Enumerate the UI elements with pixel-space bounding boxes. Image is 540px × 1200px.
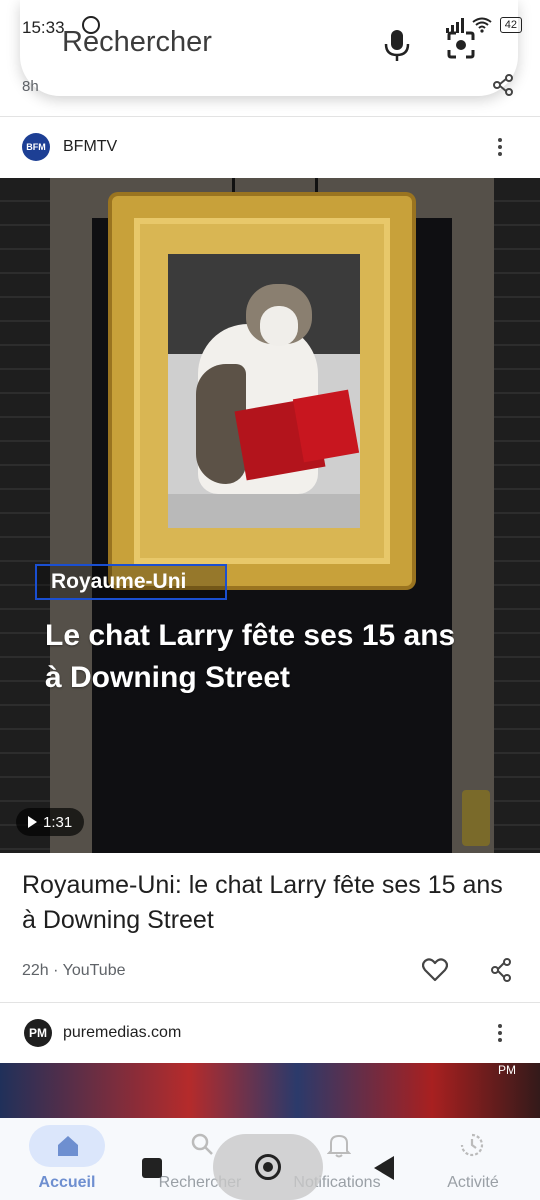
nav-label: Activité bbox=[447, 1174, 499, 1191]
bell-icon bbox=[327, 1134, 351, 1158]
source-name[interactable]: puremedias.com bbox=[63, 1024, 181, 1042]
nav-item-accueil[interactable]: Accueil bbox=[13, 1118, 121, 1200]
home-button[interactable] bbox=[255, 1154, 281, 1180]
cat-photo bbox=[168, 254, 360, 528]
battery-indicator: 42 bbox=[499, 17, 522, 33]
video-thumbnail[interactable]: Royaume-Uni Le chat Larry fête ses 15 an… bbox=[0, 178, 540, 853]
divider bbox=[0, 1002, 540, 1003]
more-options-icon[interactable] bbox=[498, 138, 502, 156]
overlay-tag: Royaume-Uni bbox=[35, 564, 227, 600]
door-knocker bbox=[462, 790, 490, 846]
more-options-icon[interactable] bbox=[498, 1024, 502, 1042]
previous-card-time: 8h bbox=[22, 78, 39, 95]
divider bbox=[0, 116, 540, 117]
search-icon bbox=[191, 1133, 213, 1155]
mic-icon[interactable] bbox=[382, 28, 412, 62]
share-icon[interactable] bbox=[490, 958, 512, 982]
image-badge: PM bbox=[498, 1063, 516, 1077]
recent-apps-button[interactable] bbox=[142, 1158, 162, 1178]
lens-icon[interactable] bbox=[446, 30, 476, 60]
source-name[interactable]: BFMTV bbox=[63, 138, 117, 156]
share-icon[interactable] bbox=[492, 74, 514, 96]
nav-label: Accueil bbox=[38, 1174, 96, 1191]
play-icon bbox=[28, 816, 37, 828]
back-button[interactable] bbox=[374, 1156, 394, 1180]
ground bbox=[168, 494, 360, 528]
brick-wall bbox=[494, 178, 540, 853]
brick-wall bbox=[0, 178, 50, 853]
heart-icon[interactable] bbox=[422, 958, 448, 982]
history-icon bbox=[460, 1133, 484, 1157]
nav-item-activite[interactable]: Activité bbox=[419, 1118, 527, 1200]
video-duration-badge: 1:31 bbox=[16, 808, 85, 836]
puremedias-logo: PM bbox=[24, 1019, 52, 1047]
status-time: 15:33 bbox=[22, 18, 65, 37]
overlay-headline: Le chat Larry fête ses 15 ans à Downing … bbox=[45, 619, 456, 694]
red-box bbox=[292, 389, 360, 463]
article-meta: 22h · YouTube bbox=[22, 962, 126, 979]
bfmtv-logo: BFM bbox=[22, 133, 50, 161]
search-input[interactable]: Rechercher bbox=[62, 26, 212, 59]
cat-face bbox=[260, 306, 298, 346]
article-image[interactable] bbox=[0, 1063, 540, 1123]
duration-text: 1:31 bbox=[43, 813, 73, 831]
article-title[interactable]: Royaume-Uni: le chat Larry fête ses 15 a… bbox=[22, 868, 522, 938]
